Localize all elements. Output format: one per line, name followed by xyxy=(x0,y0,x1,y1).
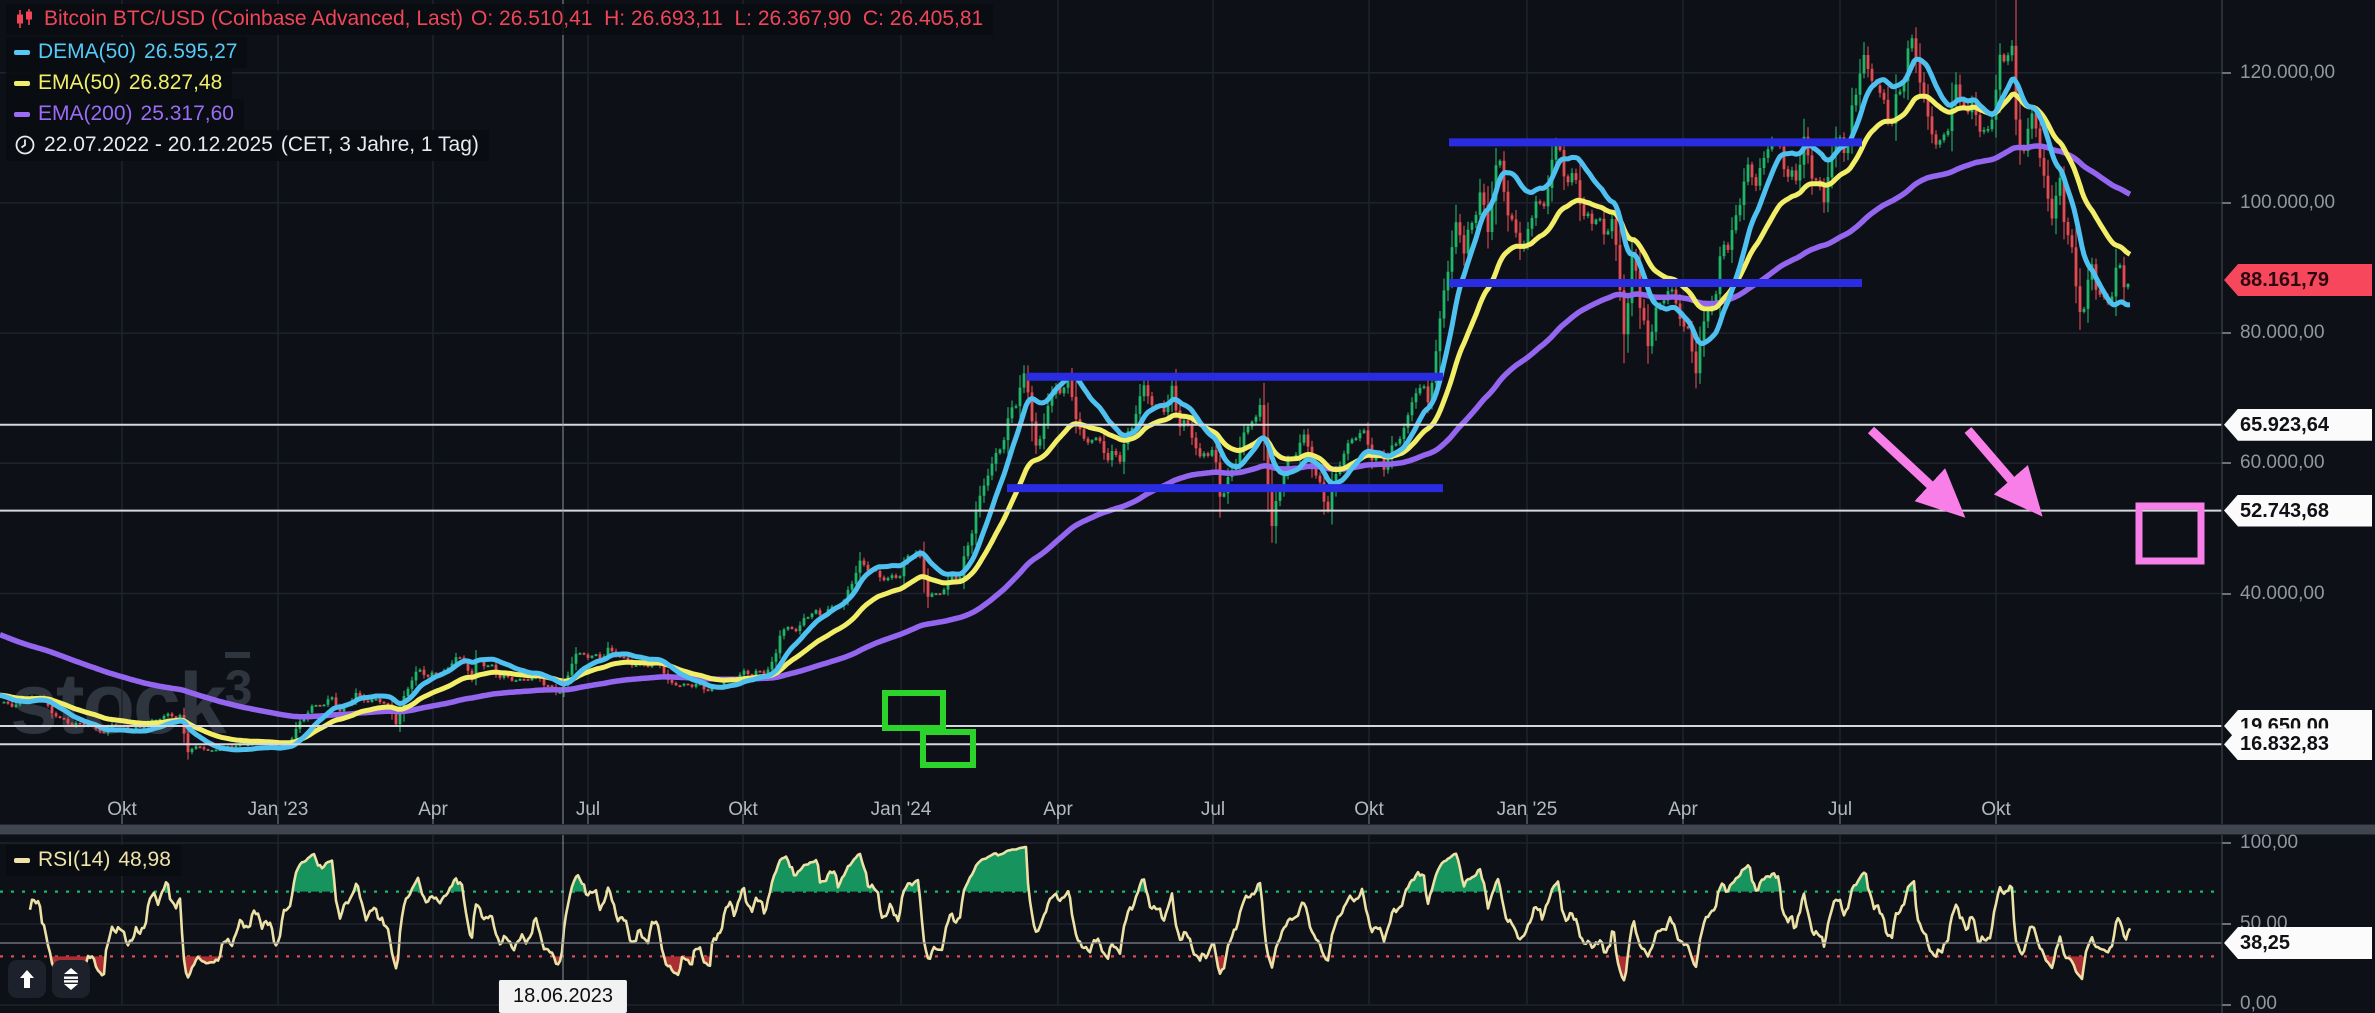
trading-chart-window: stock3 Bitcoin BTC/USD (Coinbase Advance… xyxy=(0,0,2375,1013)
time-axis-label: Apr xyxy=(418,799,448,821)
symbol-title: Bitcoin BTC/USD (Coinbase Advanced, Last… xyxy=(44,7,463,31)
collapse-icon xyxy=(59,967,83,991)
candlestick-icon xyxy=(14,8,36,30)
time-axis-label: Okt xyxy=(1354,799,1384,821)
time-axis-label: Jul xyxy=(576,799,600,821)
time-axis-label: Jan '24 xyxy=(871,799,932,821)
pane-resize-handle[interactable] xyxy=(0,824,2375,835)
date-range-chip: 22.07.2022 - 20.12.2025 (CET, 3 Jahre, 1… xyxy=(6,130,489,161)
time-axis-label: Jul xyxy=(1201,799,1225,821)
time-axis-label: Apr xyxy=(1043,799,1073,821)
axis-tick xyxy=(2222,1004,2231,1006)
scroll-to-latest-button[interactable] xyxy=(8,960,46,998)
price-axis-label: 80.000,00 xyxy=(2240,322,2325,344)
ema200-label: EMA(200) xyxy=(38,102,133,126)
ema50-color-dash xyxy=(14,81,30,86)
ema50-label: EMA(50) xyxy=(38,71,121,95)
collapse-pane-button[interactable] xyxy=(52,960,90,998)
time-axis-label: Jan '23 xyxy=(248,799,309,821)
legend-ema50[interactable]: EMA(50) 26.827,48 xyxy=(6,68,232,99)
legend-ema200[interactable]: EMA(200) 25.317,60 xyxy=(6,99,244,130)
dema50-color-dash xyxy=(14,50,30,55)
time-axis-label: Okt xyxy=(107,799,137,821)
dema50-label: DEMA(50) xyxy=(38,40,136,64)
price-axis-label: 60.000,00 xyxy=(2240,452,2325,474)
rsi-label: RSI(14) xyxy=(38,848,110,872)
rsi-value-badge: 38,25 xyxy=(2224,927,2372,959)
rsi-color-dash xyxy=(14,858,30,863)
date-range: 22.07.2022 - 20.12.2025 xyxy=(44,133,273,157)
time-axis-label: Apr xyxy=(1668,799,1698,821)
crosshair-date-label: 18.06.2023 xyxy=(499,980,627,1013)
price-axis-label: 40.000,00 xyxy=(2240,583,2325,605)
clock-icon xyxy=(14,134,36,156)
rsi-axis-label: 100,00 xyxy=(2240,832,2298,854)
axis-tick xyxy=(2222,842,2231,844)
price-axis-label: 100.000,00 xyxy=(2240,192,2335,214)
arrow-up-icon xyxy=(16,968,38,990)
ema200-color-dash xyxy=(14,112,30,117)
price-axis-label: 120.000,00 xyxy=(2240,62,2335,84)
date-range-detail: (CET, 3 Jahre, 1 Tag) xyxy=(281,133,479,157)
price-level-badge: 65.923,64 xyxy=(2224,409,2372,441)
price-level-badge: 16.832,83 xyxy=(2224,728,2372,760)
axis-tick xyxy=(2222,593,2231,595)
legend-dema50[interactable]: DEMA(50) 26.595,27 xyxy=(6,37,247,68)
rsi-legend[interactable]: RSI(14) 48,98 xyxy=(6,845,181,876)
symbol-legend[interactable]: Bitcoin BTC/USD (Coinbase Advanced, Last… xyxy=(6,4,993,35)
ema200-value: 25.317,60 xyxy=(141,102,234,126)
price-level-badge: 52.743,68 xyxy=(2224,495,2372,527)
time-axis-label: Jul xyxy=(1828,799,1852,821)
axis-tick xyxy=(2222,332,2231,334)
ohlc-values: O: 26.510,41 H: 26.693,11 L: 26.367,90 C… xyxy=(471,7,983,31)
rsi-value: 48,98 xyxy=(118,848,171,872)
axis-tick xyxy=(2222,462,2231,464)
time-axis-label: Okt xyxy=(1981,799,2011,821)
time-axis-label: Okt xyxy=(728,799,758,821)
axis-tick xyxy=(2222,923,2231,925)
time-axis-label: Jan '25 xyxy=(1497,799,1558,821)
rsi-axis-label: 0,00 xyxy=(2240,993,2277,1013)
ema50-value: 26.827,48 xyxy=(129,71,222,95)
last-price-badge: 88.161,79 xyxy=(2224,264,2372,296)
dema50-value: 26.595,27 xyxy=(144,40,237,64)
axis-tick xyxy=(2222,202,2231,204)
axis-tick xyxy=(2222,72,2231,74)
